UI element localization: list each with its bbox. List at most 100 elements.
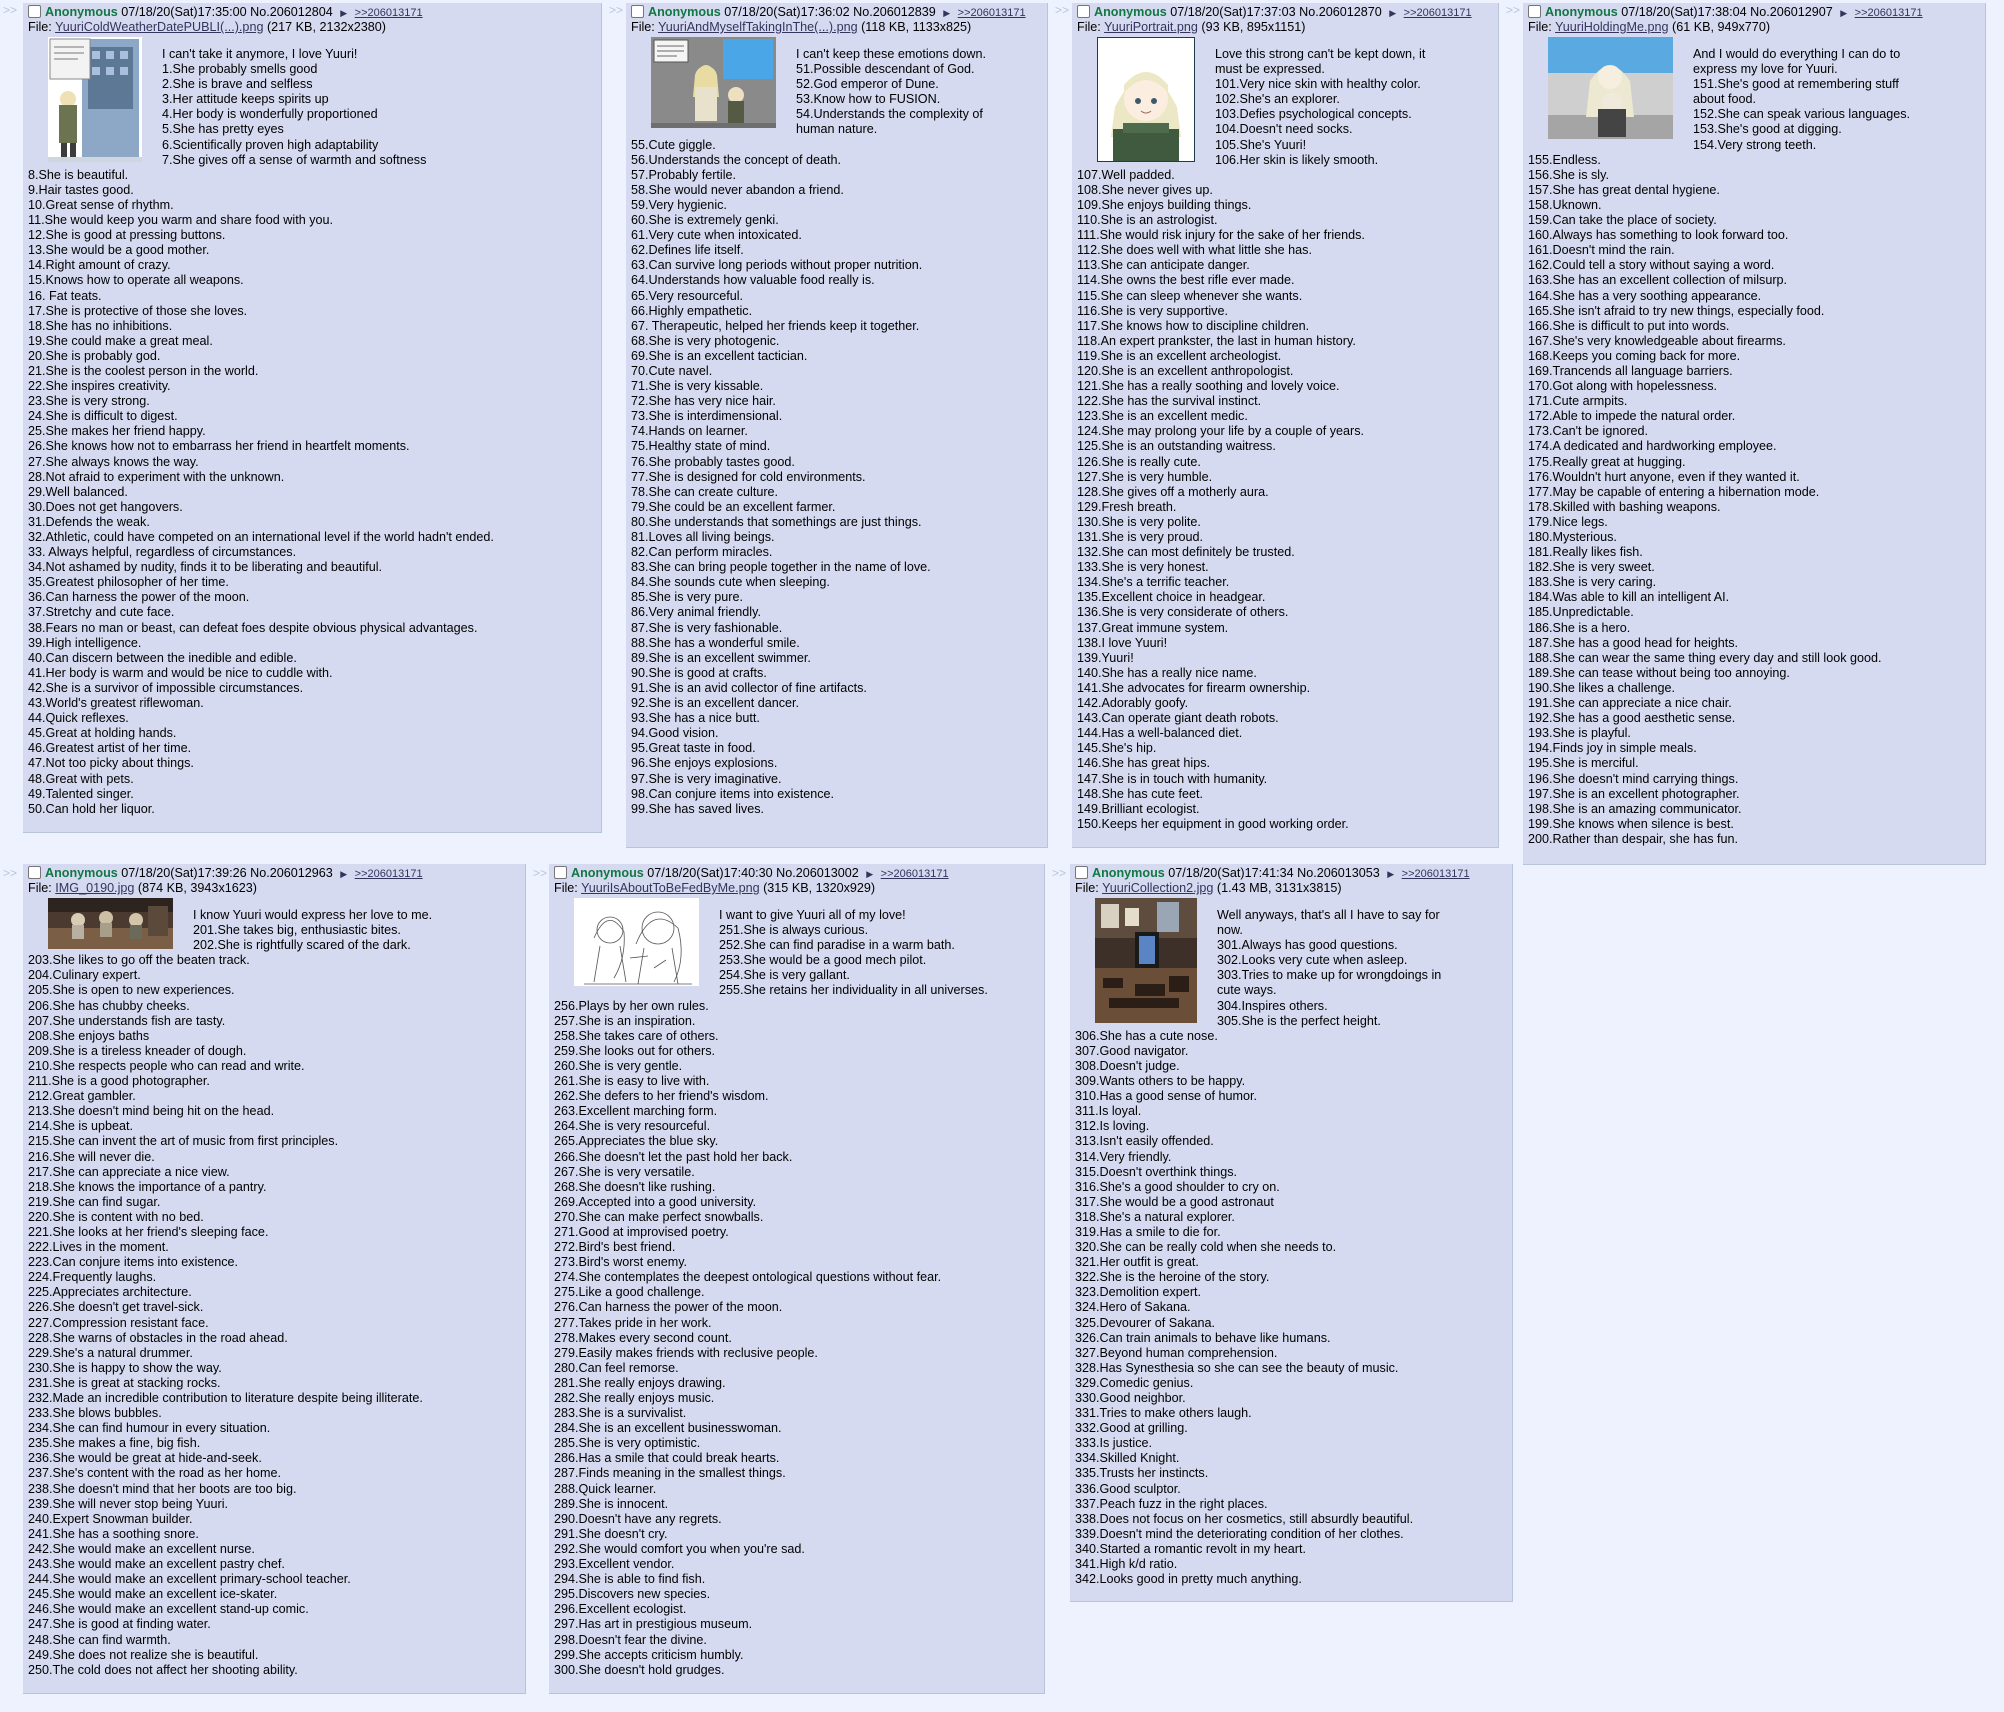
post-menu-icon[interactable]: ▶ bbox=[1840, 8, 1847, 18]
message-line: 206.She has chubby cheeks. bbox=[28, 998, 190, 1013]
post-thumbnail[interactable] bbox=[1095, 898, 1197, 1023]
message-line: 119.She is an excellent archeologist. bbox=[1077, 348, 1282, 363]
post-thumbnail[interactable] bbox=[1548, 37, 1673, 139]
message-line: 29.Well balanced. bbox=[28, 484, 128, 499]
message-line: 314.Very friendly. bbox=[1075, 1149, 1172, 1164]
message-line: 167.She's very knowledgeable about firea… bbox=[1528, 333, 1786, 348]
message-line: 289.She is innocent. bbox=[554, 1496, 669, 1511]
file-info: File: YuuriCollection2.jpg (1.43 MB, 313… bbox=[1075, 881, 1506, 895]
post-number[interactable]: No.206012839 bbox=[853, 5, 936, 19]
post-number[interactable]: No.206012963 bbox=[250, 866, 333, 880]
backlink[interactable]: >>206013171 bbox=[881, 868, 949, 880]
message-line: 257.She is an inspiration. bbox=[554, 1013, 696, 1028]
message-line: 322.She is the heroine of the story. bbox=[1075, 1270, 1270, 1285]
message-line: 319.Has a smile to die for. bbox=[1075, 1224, 1221, 1239]
message-line: 176.Wouldn't hurt anyone, even if they w… bbox=[1528, 469, 1800, 484]
message-line: 276.Can harness the power of the moon. bbox=[554, 1300, 783, 1315]
file-link[interactable]: YuuriAndMyselfTakingInThe(...).png bbox=[658, 20, 858, 34]
message-line: 13.She would be a good mother. bbox=[28, 243, 210, 258]
post-menu-icon[interactable]: ▶ bbox=[340, 869, 347, 879]
post-menu-icon[interactable]: ▶ bbox=[943, 8, 950, 18]
post-menu-icon[interactable]: ▶ bbox=[1389, 8, 1396, 18]
post-thumbnail[interactable] bbox=[1097, 37, 1195, 162]
backlink[interactable]: >>206013171 bbox=[355, 868, 423, 880]
message-line: 328.Has Synesthesia so she can see the b… bbox=[1075, 1360, 1399, 1375]
post-number[interactable]: No.206012870 bbox=[1299, 5, 1382, 19]
message-line: 333.Is justice. bbox=[1075, 1436, 1153, 1451]
message-line: 293.Excellent vendor. bbox=[554, 1557, 675, 1572]
post-thumbnail[interactable] bbox=[48, 898, 173, 949]
file-link[interactable]: YuuriHoldingMe.png bbox=[1555, 20, 1668, 34]
message-line: 312.Is loving. bbox=[1075, 1119, 1150, 1134]
message-line: 324.Hero of Sakana. bbox=[1075, 1300, 1191, 1315]
message-line: 339.Doesn't mind the deteriorating condi… bbox=[1075, 1526, 1404, 1541]
post-datetime: 07/18/20(Sat)17:39:26 bbox=[121, 866, 247, 880]
message-line: 340.Started a romantic revolt in my hear… bbox=[1075, 1541, 1306, 1556]
post-thumbnail[interactable] bbox=[574, 898, 699, 986]
message-line: 299.She accepts criticism humbly. bbox=[554, 1647, 744, 1662]
message-line: 169.Trancends all language barriers. bbox=[1528, 363, 1733, 378]
post-checkbox[interactable] bbox=[1077, 5, 1090, 18]
file-link[interactable]: YuuriColdWeatherDatePUBLI(...).png bbox=[55, 20, 263, 34]
message-line: 287.Finds meaning in the smallest things… bbox=[554, 1466, 786, 1481]
post-menu-icon[interactable]: ▶ bbox=[866, 869, 873, 879]
message-line: 141.She advocates for firearm ownership. bbox=[1077, 680, 1311, 695]
post-checkbox[interactable] bbox=[28, 5, 41, 18]
message-line: 264.She is very resourceful. bbox=[554, 1119, 711, 1134]
post-number[interactable]: No.206013002 bbox=[776, 866, 859, 880]
file-link[interactable]: IMG_0190.jpg bbox=[55, 881, 134, 895]
message-line: 120.She is an excellent anthropologist. bbox=[1077, 363, 1294, 378]
backlink[interactable]: >>206013171 bbox=[958, 7, 1026, 19]
post-arrows: >> bbox=[533, 866, 548, 880]
message-line: 147.She is in touch with humanity. bbox=[1077, 771, 1268, 786]
message-line: 207.She understands fish are tasty. bbox=[28, 1013, 226, 1028]
post-checkbox[interactable] bbox=[1528, 5, 1541, 18]
message-line: 226.She doesn't get travel-sick. bbox=[28, 1300, 204, 1315]
file-link[interactable]: YuuriCollection2.jpg bbox=[1102, 881, 1213, 895]
message-line: 240.Expert Snowman builder. bbox=[28, 1511, 193, 1526]
post-number[interactable]: No.206012804 bbox=[250, 5, 333, 19]
message-line: 311.Is loyal. bbox=[1075, 1104, 1142, 1119]
file-link[interactable]: YuuriIsAboutToBeFedByMe.png bbox=[581, 881, 760, 895]
message-line: 93.She has a nice butt. bbox=[631, 711, 760, 726]
post-checkbox[interactable] bbox=[1075, 866, 1088, 879]
file-info: File: YuuriIsAboutToBeFedByMe.png (315 K… bbox=[554, 881, 1038, 895]
message-line: 31.Defends the weak. bbox=[28, 514, 150, 529]
post-number[interactable]: No.206012907 bbox=[1750, 5, 1833, 19]
message-line: 171.Cute armpits. bbox=[1528, 394, 1628, 409]
message-line: 310.Has a good sense of humor. bbox=[1075, 1089, 1258, 1104]
backlink[interactable]: >>206013171 bbox=[1855, 7, 1923, 19]
message-line: 295.Discovers new species. bbox=[554, 1587, 711, 1602]
post-info: Anonymous 07/18/20(Sat)17:37:03 No.20601… bbox=[1077, 5, 1492, 20]
post-checkbox[interactable] bbox=[554, 866, 567, 879]
file-link[interactable]: YuuriPortrait.png bbox=[1104, 20, 1198, 34]
file-info: File: YuuriColdWeatherDatePUBLI(...).png… bbox=[28, 20, 595, 34]
backlink[interactable]: >>206013171 bbox=[1402, 868, 1470, 880]
message-line: 173.Can't be ignored. bbox=[1528, 424, 1649, 439]
message-line: 160.Always has something to look forward… bbox=[1528, 228, 1789, 243]
message-line: 97.She is very imaginative. bbox=[631, 771, 782, 786]
post-checkbox[interactable] bbox=[28, 866, 41, 879]
post-number[interactable]: No.206013053 bbox=[1297, 866, 1380, 880]
post-info: Anonymous 07/18/20(Sat)17:36:02 No.20601… bbox=[631, 5, 1041, 20]
message-line: 219.She can find sugar. bbox=[28, 1194, 161, 1209]
post-thumbnail[interactable] bbox=[48, 37, 142, 162]
message-line: 297.Has art in prestigious museum. bbox=[554, 1617, 753, 1632]
message-line: 39.High intelligence. bbox=[28, 635, 142, 650]
post-thumbnail[interactable] bbox=[651, 37, 776, 128]
message-line: 34.Not ashamed by nudity, finds it to be… bbox=[28, 560, 383, 575]
post-menu-icon[interactable]: ▶ bbox=[1387, 869, 1394, 879]
post-menu-icon[interactable]: ▶ bbox=[340, 8, 347, 18]
message-line: 187.She has a good head for heights. bbox=[1528, 635, 1739, 650]
message-line: 291.She doesn't cry. bbox=[554, 1526, 668, 1541]
message-line: 178.Skilled with bashing weapons. bbox=[1528, 499, 1721, 514]
message-line: 185.Unpredictable. bbox=[1528, 605, 1634, 620]
message-line: 213.She doesn't mind being hit on the he… bbox=[28, 1104, 275, 1119]
post-info: Anonymous 07/18/20(Sat)17:39:26 No.20601… bbox=[28, 866, 519, 881]
post-checkbox[interactable] bbox=[631, 5, 644, 18]
post-datetime: 07/18/20(Sat)17:37:03 bbox=[1170, 5, 1296, 19]
backlink[interactable]: >>206013171 bbox=[1404, 7, 1472, 19]
message-line: 162.Could tell a story without saying a … bbox=[1528, 258, 1775, 273]
message-line: 280.Can feel remorse. bbox=[554, 1360, 679, 1375]
backlink[interactable]: >>206013171 bbox=[355, 7, 423, 19]
